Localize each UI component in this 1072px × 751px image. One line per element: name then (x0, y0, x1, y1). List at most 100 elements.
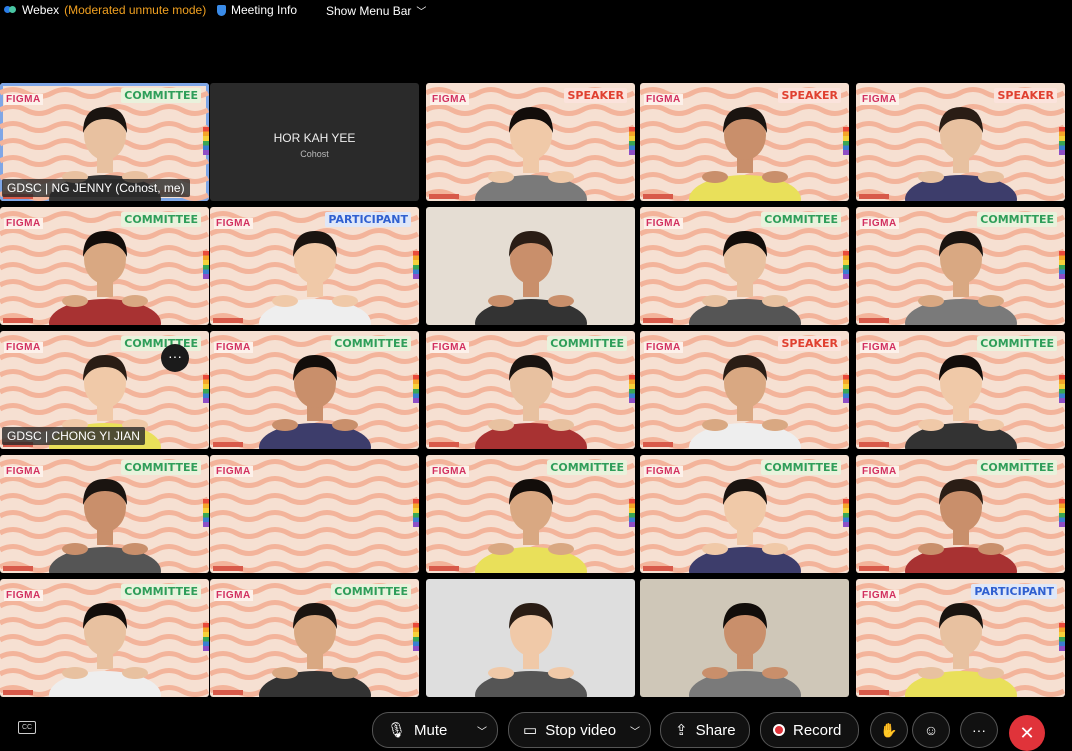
chevron-down-icon[interactable]: ﹀ (477, 723, 487, 738)
stop-video-button[interactable]: ▭ Stop video ﹀ (508, 712, 651, 748)
show-menu-bar-label: Show Menu Bar (326, 3, 412, 18)
participant-tile[interactable]: FIGMA COMMITTEE (0, 207, 209, 325)
participant-tile[interactable]: FIGMA COMMITTEE (640, 207, 849, 325)
brand-bar (859, 318, 889, 323)
rainbow-stripe (1059, 251, 1065, 279)
brand-bar (429, 566, 459, 571)
rainbow-stripe (413, 623, 419, 651)
stop-video-label: Stop video (545, 721, 617, 739)
participant-tile[interactable]: FIGMA COMMITTEE (0, 455, 209, 573)
participant-video (904, 355, 1017, 449)
brand-bar (643, 566, 673, 571)
video-camera-icon: ▭ (523, 722, 538, 739)
participant-tile[interactable]: FIGMA SPEAKER (640, 83, 849, 201)
participant-video (904, 107, 1017, 201)
participant-video (258, 603, 371, 697)
participant-tile[interactable] (426, 207, 635, 325)
participant-tile[interactable]: FIGMA COMMITTEE (856, 207, 1065, 325)
participant-video (474, 231, 587, 325)
raise-hand-button[interactable]: ✋ (870, 712, 908, 748)
participant-tile[interactable]: FIGMA COMMITTEE (856, 331, 1065, 449)
participant-video (688, 107, 801, 201)
rainbow-stripe (843, 375, 849, 403)
reactions-button[interactable]: ☺ (912, 712, 950, 748)
shield-icon (217, 4, 226, 16)
brand-bar (429, 194, 459, 199)
participant-tile[interactable]: FIGMA COMMITTEE GDSC | CHONG YI JIAN ··· (0, 331, 209, 449)
participant-tile[interactable] (426, 579, 635, 697)
chevron-down-icon: ﹀ (416, 7, 427, 18)
participant-tile[interactable]: FIGMA PARTICIPANT (210, 207, 419, 325)
participant-tile[interactable]: FIGMA COMMITTEE (426, 331, 635, 449)
participant-video (904, 231, 1017, 325)
figma-label: FIGMA (860, 466, 899, 477)
participant-video (904, 603, 1017, 697)
app-title: Webex (Moderated unmute mode) (4, 3, 206, 17)
rainbow-stripe (1059, 127, 1065, 155)
mute-button[interactable]: 🎙 Mute ﹀ (372, 712, 498, 748)
control-bar: CC 🎙 Mute ﹀ ▭ Stop video ﹀ ⇪ Share Recor… (0, 706, 1072, 751)
participant-tile[interactable]: FIGMA COMMITTEE (210, 331, 419, 449)
participant-tile[interactable]: FIGMA COMMITTEE (210, 579, 419, 697)
chevron-down-icon[interactable]: ﹀ (630, 723, 640, 738)
participant-tile[interactable]: FIGMA SPEAKER (856, 83, 1065, 201)
brand-bar (3, 566, 33, 571)
record-button[interactable]: Record (760, 712, 859, 748)
participant-tile[interactable]: HOR KAH YEE Cohost (210, 83, 419, 201)
share-button[interactable]: ⇪ Share (660, 712, 750, 748)
participant-tile[interactable]: FIGMA COMMITTEE (0, 579, 209, 697)
brand-bar (859, 194, 889, 199)
brand-bar (213, 442, 243, 447)
participant-video (688, 603, 801, 697)
closed-captions-icon[interactable]: CC (18, 721, 36, 734)
participant-tile[interactable]: FIGMA COMMITTEE (856, 455, 1065, 573)
share-icon: ⇪ (675, 722, 688, 739)
brand-bar (213, 566, 243, 571)
brand-bar (859, 566, 889, 571)
share-label: Share (695, 721, 736, 739)
participant-tile[interactable]: FIGMA PARTICIPANT (856, 579, 1065, 697)
participant-tile[interactable]: FIGMA SPEAKER (426, 83, 635, 201)
more-options-button[interactable]: ··· (960, 712, 998, 748)
brand-bar (213, 318, 243, 323)
meeting-info-button[interactable]: Meeting Info (217, 3, 297, 17)
participant-tile[interactable]: FIGMA (210, 455, 419, 573)
figma-label: FIGMA (430, 466, 469, 477)
rainbow-stripe (629, 499, 635, 527)
rainbow-stripe (629, 127, 635, 155)
webex-logo-icon (4, 5, 17, 15)
participant-tile[interactable]: FIGMA SPEAKER (640, 331, 849, 449)
participant-name: HOR KAH YEE (273, 131, 356, 145)
figma-label: FIGMA (214, 218, 253, 229)
participant-tile[interactable]: FIGMA COMMITTEE (640, 455, 849, 573)
participant-video (258, 355, 371, 449)
mode-label: (Moderated unmute mode) (64, 3, 207, 17)
participant-video (474, 603, 587, 697)
participant-video (688, 479, 801, 573)
participant-tile[interactable]: FIGMA COMMITTEE GDSC | NG JENNY (Cohost, … (0, 83, 209, 201)
participant-role: Cohost (300, 149, 329, 159)
brand-bar (859, 442, 889, 447)
close-icon: ✕ (1019, 722, 1035, 743)
rainbow-stripe (629, 375, 635, 403)
rainbow-stripe (843, 251, 849, 279)
meeting-info-label: Meeting Info (231, 3, 298, 17)
rainbow-stripe (203, 127, 209, 155)
participant-tile[interactable] (640, 579, 849, 697)
participant-tile[interactable]: FIGMA COMMITTEE (426, 455, 635, 573)
ellipsis-icon: ··· (972, 722, 986, 738)
brand-bar (3, 690, 33, 695)
brand-bar (859, 690, 889, 695)
rainbow-stripe (413, 499, 419, 527)
brand-bar (643, 194, 673, 199)
figma-label: FIGMA (4, 342, 43, 353)
participant-video (474, 107, 587, 201)
participant-video (474, 479, 587, 573)
figma-label: FIGMA (644, 342, 683, 353)
figma-label: FIGMA (860, 218, 899, 229)
tile-more-options-button[interactable]: ··· (161, 344, 189, 372)
microphone-icon: 🎙 (387, 722, 407, 739)
brand-bar (643, 318, 673, 323)
show-menu-bar-button[interactable]: Show Menu Bar ﹀ (326, 3, 427, 19)
rainbow-stripe (203, 623, 209, 651)
